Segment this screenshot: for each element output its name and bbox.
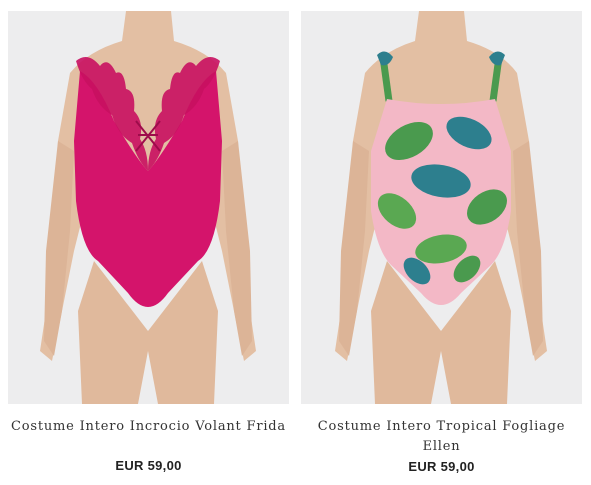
product-price: EUR 59,00 bbox=[115, 458, 182, 473]
product-card-frida[interactable]: Costume Intero Incrocio Volant Frida EUR… bbox=[8, 0, 289, 485]
product-name[interactable]: Costume Intero Tropical Fogliage Ellen bbox=[301, 417, 582, 457]
product-grid: Costume Intero Incrocio Volant Frida EUR… bbox=[0, 0, 591, 485]
product-image[interactable] bbox=[8, 11, 289, 404]
product-name[interactable]: Costume Intero Incrocio Volant Frida bbox=[8, 417, 289, 437]
product-card-ellen[interactable]: Costume Intero Tropical Fogliage Ellen E… bbox=[301, 0, 582, 485]
product-price: EUR 59,00 bbox=[408, 459, 475, 474]
swimsuit-photo-icon bbox=[8, 11, 289, 404]
swimsuit-photo-icon bbox=[301, 11, 582, 404]
product-image[interactable] bbox=[301, 11, 582, 404]
